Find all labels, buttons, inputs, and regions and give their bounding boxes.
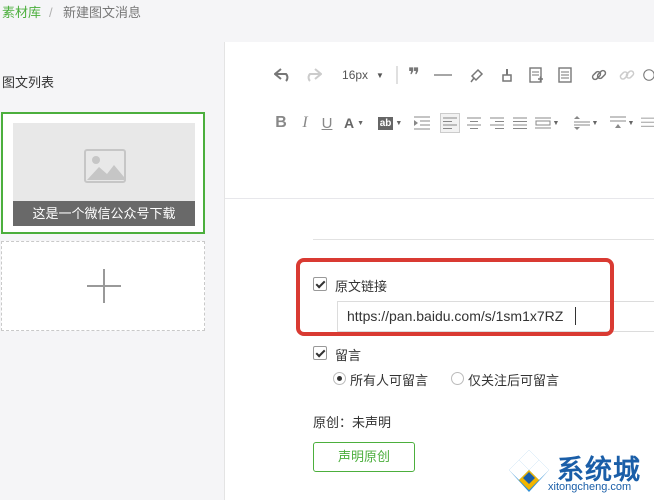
insert-template-icon[interactable]: [526, 66, 546, 84]
content-divider: [313, 239, 654, 240]
add-article-button[interactable]: [1, 241, 205, 331]
align-center-icon[interactable]: [464, 113, 484, 133]
comment-everyone-radio[interactable]: [333, 372, 346, 385]
font-color-icon[interactable]: A ▼: [342, 113, 366, 133]
article-card[interactable]: 这是一个微信公众号下载: [1, 112, 205, 234]
blockquote-icon[interactable]: ❞: [404, 65, 424, 87]
original-status-text: 原创：未声明: [313, 415, 392, 430]
plus-icon: [87, 269, 121, 303]
line-height-icon[interactable]: ▼: [572, 113, 600, 133]
list-icon[interactable]: ▼: [533, 113, 561, 133]
breadcrumb-separator: /: [49, 5, 53, 20]
declare-original-button[interactable]: 声明原创: [313, 442, 415, 472]
font-size-value: 16px: [342, 68, 369, 82]
watermark-domain: xitongcheng.com: [548, 481, 632, 493]
underline-icon[interactable]: U: [318, 113, 336, 133]
chevron-down-icon: ▼: [376, 70, 384, 80]
comment-label: 留言: [335, 348, 362, 363]
comment-followers-label: 仅关注后可留言: [468, 373, 560, 388]
article-caption: 这是一个微信公众号下载: [13, 201, 195, 226]
breadcrumb-material-library-link[interactable]: 素材库: [2, 5, 41, 21]
emoji-icon[interactable]: [643, 66, 654, 84]
italic-icon[interactable]: I: [296, 113, 314, 133]
annotation-highlight-box: [296, 258, 614, 336]
justify-icon[interactable]: [510, 113, 530, 133]
paste-text-icon[interactable]: [555, 66, 575, 84]
comment-checkbox[interactable]: [313, 346, 327, 360]
toolbar-divider: [225, 198, 654, 199]
clear-format-icon[interactable]: [497, 66, 517, 84]
indent-icon[interactable]: [412, 113, 432, 133]
breadcrumb-current-page: 新建图文消息: [63, 5, 142, 20]
horizontal-rule-icon[interactable]: [433, 66, 453, 84]
comment-everyone-label: 所有人可留言: [350, 373, 429, 388]
comment-followers-radio[interactable]: [451, 372, 464, 385]
paragraph-spacing-icon[interactable]: ▼: [608, 113, 636, 133]
article-thumbnail: 这是一个微信公众号下载: [13, 123, 195, 226]
redo-icon[interactable]: [303, 66, 323, 84]
bold-icon[interactable]: B: [272, 113, 290, 133]
format-brush-icon[interactable]: [467, 66, 487, 84]
undo-icon[interactable]: [273, 66, 293, 84]
background-color-icon[interactable]: ab ▼: [375, 113, 405, 133]
toolbar-separator: [396, 66, 398, 84]
breadcrumb: 素材库 / 新建图文消息: [0, 0, 654, 42]
more-tools-icon[interactable]: [641, 113, 654, 133]
unlink-icon[interactable]: [617, 66, 637, 84]
align-left-icon[interactable]: [440, 113, 460, 133]
article-list-title: 图文列表: [2, 75, 55, 90]
font-size-dropdown[interactable]: 16px ▼: [338, 66, 388, 84]
align-right-icon[interactable]: [487, 113, 507, 133]
image-placeholder-icon: [84, 149, 126, 183]
link-icon[interactable]: [589, 66, 609, 84]
